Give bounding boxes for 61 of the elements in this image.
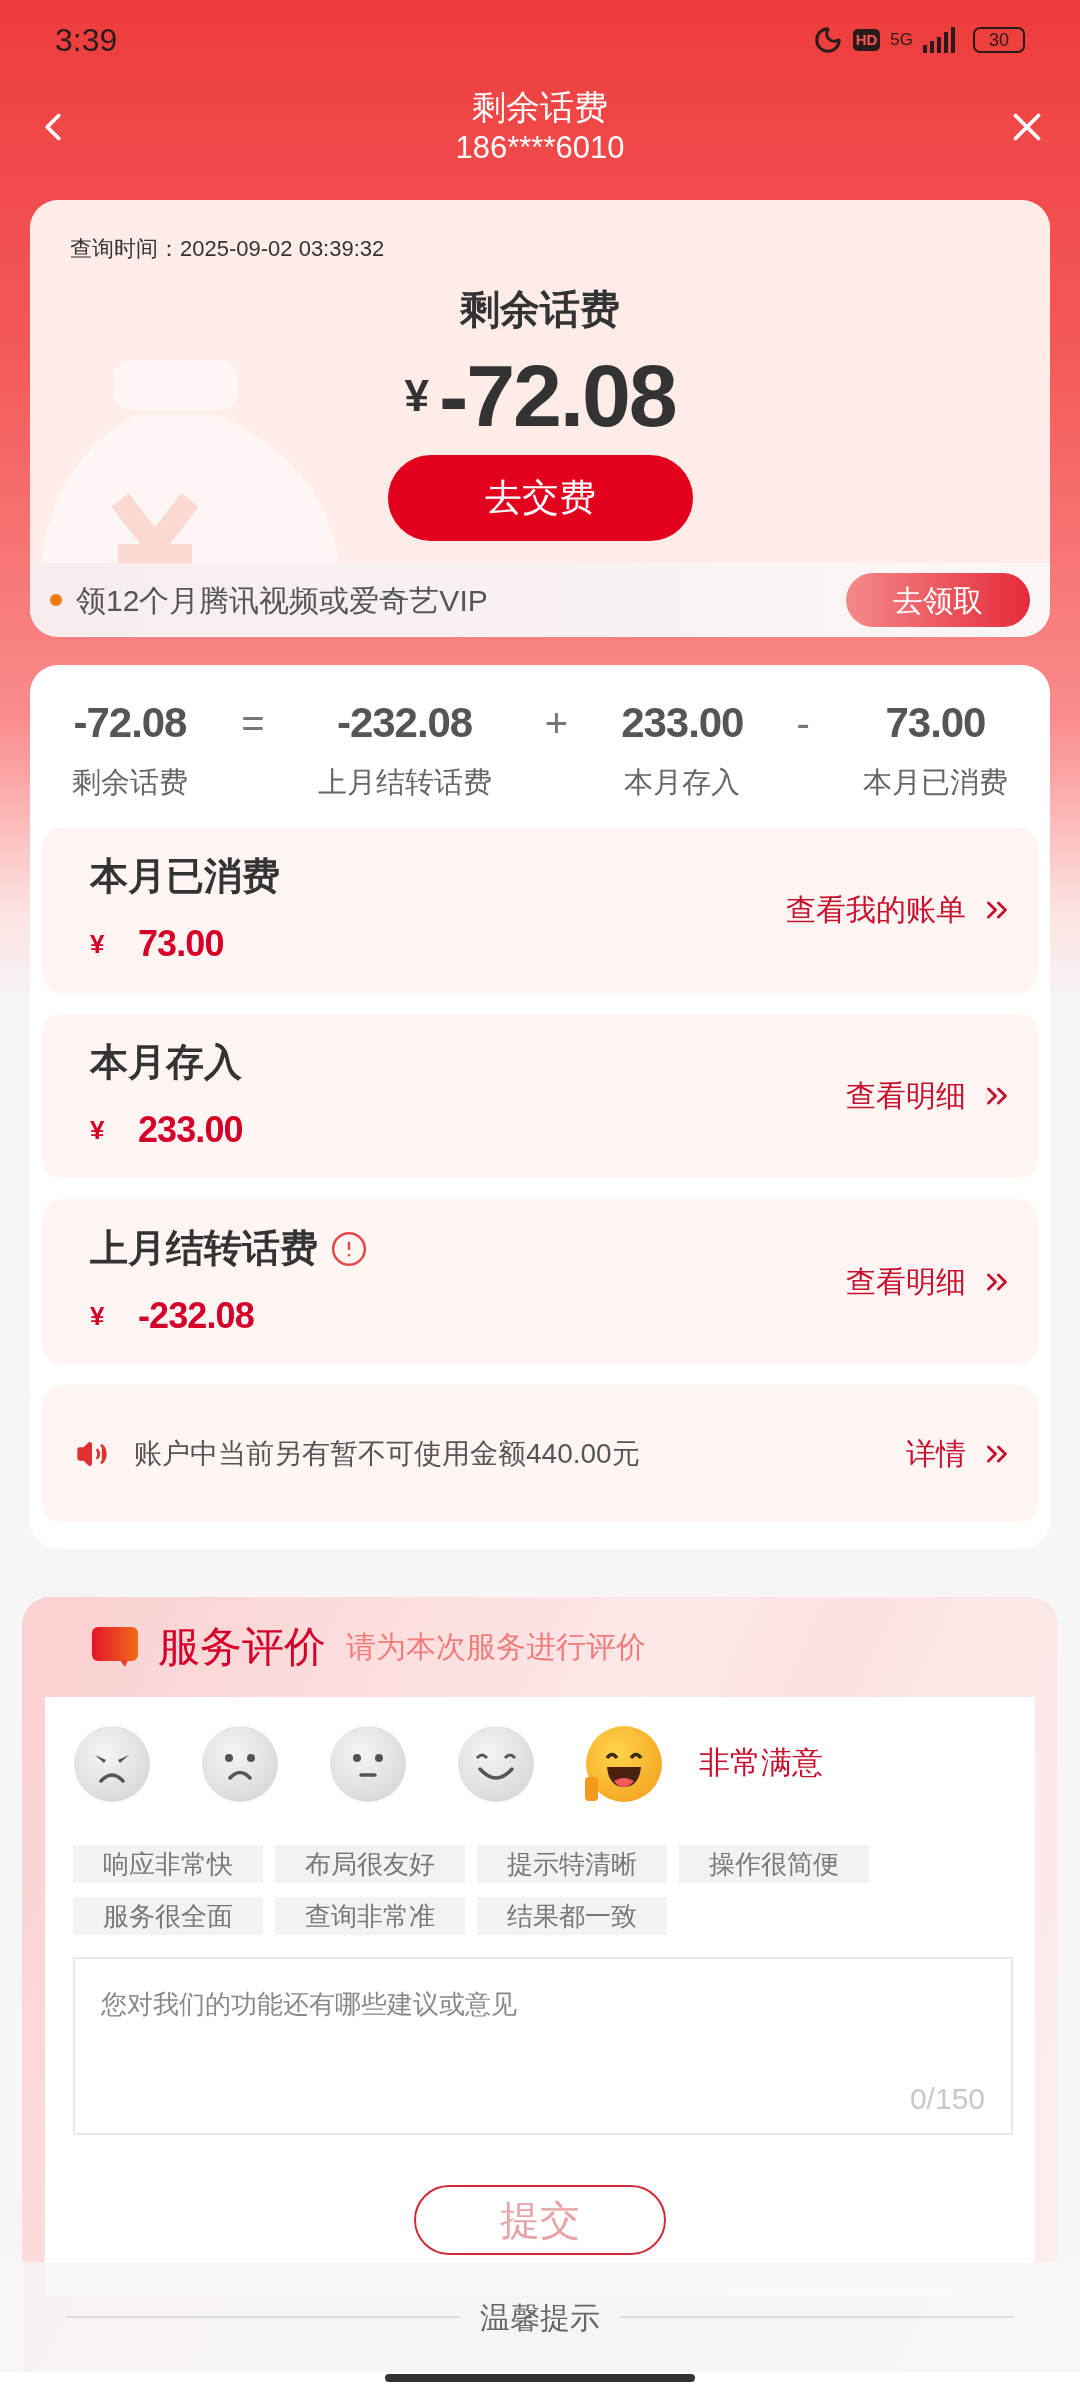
rating-label: 非常满意	[699, 1744, 823, 1783]
feedback-tag[interactable]: 响应非常快	[73, 1844, 263, 1883]
currency-symbol: ¥	[90, 927, 106, 961]
notice-text: 账户中当前另有暂不可使用金额440.00元	[134, 1436, 640, 1471]
equation-label: 上月结转话费	[317, 765, 492, 800]
equation-operator: +	[544, 700, 569, 747]
feedback-tag[interactable]: 操作很简便	[679, 1844, 869, 1883]
detail-row[interactable]: 本月存入 ¥ 233.00 查看明细	[42, 1012, 1038, 1179]
network-label: 5G	[890, 29, 913, 51]
face-rating-icon[interactable]	[457, 1724, 535, 1803]
feedback-tag[interactable]: 查询非常准	[275, 1896, 465, 1935]
phone-number: 186****6010	[455, 129, 625, 167]
hd-badge: HD	[852, 29, 881, 51]
equation-label: 本月存入	[624, 765, 741, 800]
query-time: 查询时间：2025-09-02 03:39:32	[70, 236, 385, 261]
bullet-icon	[50, 594, 62, 606]
chat-bubble-icon	[92, 1626, 138, 1667]
feedback-tag[interactable]: 提示特清晰	[477, 1844, 667, 1883]
currency-symbol: ¥	[90, 1299, 106, 1333]
detail-title: 上月结转话费	[90, 1226, 318, 1271]
feedback-tag[interactable]: 结果都一致	[477, 1896, 667, 1935]
detail-amount: -232.08	[138, 1294, 254, 1338]
battery-indicator: 30	[973, 27, 1025, 53]
signal-icon	[923, 27, 955, 53]
feedback-tag[interactable]: 布局很友好	[275, 1844, 465, 1883]
balance-amount: -72.08	[439, 345, 676, 447]
equation-label: 本月已消费	[862, 765, 1008, 800]
detail-amount: 73.00	[138, 922, 224, 966]
equation-label: 剩余话费	[72, 765, 188, 800]
notice-row[interactable]: 账户中当前另有暂不可使用金额440.00元 详情	[42, 1384, 1038, 1523]
detail-row[interactable]: 本月已消费 ¥ 73.00 查看我的账单	[42, 826, 1038, 993]
detail-title: 本月存入	[90, 1040, 242, 1085]
equation-value: -72.08	[73, 698, 187, 748]
detail-amount: 233.00	[138, 1108, 243, 1152]
equation-operator: =	[241, 700, 265, 747]
feedback-tag[interactable]: 服务很全面	[73, 1896, 263, 1935]
detail-link[interactable]: 查看我的账单	[786, 887, 966, 932]
equation-value: 73.00	[885, 698, 986, 748]
face-rating-icon[interactable]	[201, 1724, 279, 1803]
claim-button[interactable]: 去领取	[846, 573, 1030, 627]
pay-button[interactable]: 去交费	[387, 455, 693, 541]
rating-subtitle: 请为本次服务进行评价	[346, 1629, 646, 1665]
notice-link[interactable]: 详情	[906, 1431, 966, 1476]
face-rating-icon[interactable]	[585, 1724, 663, 1803]
promo-text: 领12个月腾讯视频或爱奇艺VIP	[76, 582, 488, 619]
currency-symbol: ¥	[404, 370, 430, 422]
currency-symbol: ¥	[90, 1113, 106, 1147]
balance-title: 剩余话费	[460, 286, 620, 333]
equation-operator: -	[796, 700, 810, 747]
detail-link[interactable]: 查看明细	[846, 1259, 966, 1304]
page-title: 剩余话费	[472, 87, 608, 128]
equation-value: 233.00	[621, 698, 744, 748]
footer-title: 温馨提示	[480, 2299, 600, 2336]
rating-title: 服务评价	[158, 1622, 326, 1672]
detail-title: 本月已消费	[90, 854, 280, 899]
moon-icon	[812, 25, 843, 55]
status-time: 3:39	[55, 21, 118, 60]
warning-icon[interactable]	[330, 1229, 368, 1268]
detail-row[interactable]: 上月结转话费 ¥ -232.08 查看明细	[42, 1198, 1038, 1365]
equation-value: -232.08	[337, 698, 473, 748]
detail-link[interactable]: 查看明细	[846, 1073, 966, 1118]
